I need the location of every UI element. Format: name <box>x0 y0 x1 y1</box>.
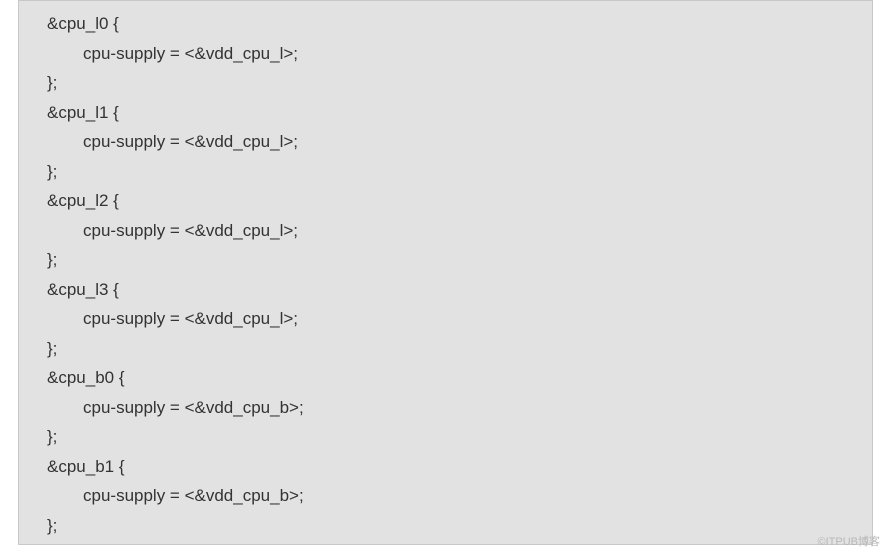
code-line: }; <box>19 68 872 98</box>
code-line: }; <box>19 511 872 541</box>
code-block: &cpu_l0 { cpu-supply = <&vdd_cpu_l>; }; … <box>18 0 873 545</box>
code-line: &cpu_l2 { <box>19 186 872 216</box>
code-line: cpu-supply = <&vdd_cpu_b>; <box>19 481 872 511</box>
code-line: cpu-supply = <&vdd_cpu_l>; <box>19 127 872 157</box>
code-line: &cpu_l3 { <box>19 275 872 305</box>
code-line: &cpu_b0 { <box>19 363 872 393</box>
code-line: &cpu_l1 { <box>19 98 872 128</box>
code-line: }; <box>19 334 872 364</box>
code-line: }; <box>19 157 872 187</box>
code-line: cpu-supply = <&vdd_cpu_b>; <box>19 393 872 423</box>
code-line: &cpu_b1 { <box>19 452 872 482</box>
code-line: }; <box>19 422 872 452</box>
code-line: &cpu_l0 { <box>19 9 872 39</box>
watermark-text: ©ITPUB博客 <box>818 533 881 549</box>
code-line: cpu-supply = <&vdd_cpu_l>; <box>19 39 872 69</box>
code-line: cpu-supply = <&vdd_cpu_l>; <box>19 216 872 246</box>
code-line: cpu-supply = <&vdd_cpu_l>; <box>19 304 872 334</box>
code-line: }; <box>19 245 872 275</box>
